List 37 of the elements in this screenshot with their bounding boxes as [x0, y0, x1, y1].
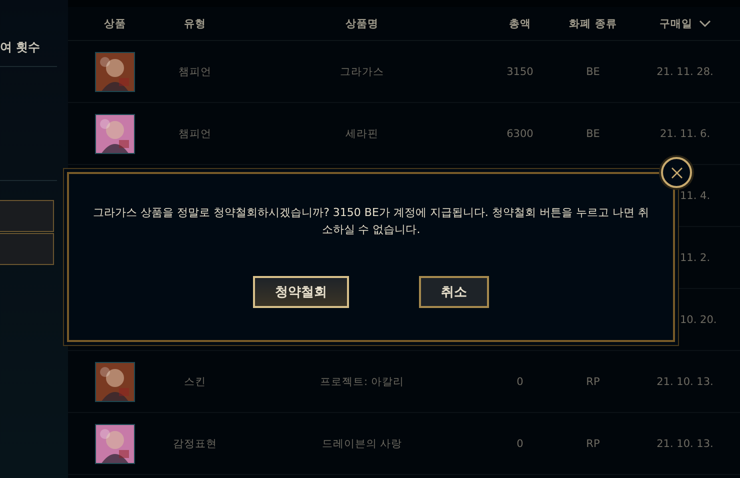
table-cell-text: 프로젝트: 아칼리	[319, 374, 405, 388]
table-cell-text: 드레이븐의 사랑	[320, 436, 404, 450]
column-header[interactable]: 상품	[80, 16, 150, 30]
table-cell-text: 0	[516, 438, 524, 450]
table-cell-text: 21. 11. 28.	[656, 66, 714, 78]
column-header[interactable]: 유형	[150, 16, 240, 30]
sidebar-button[interactable]	[0, 233, 54, 265]
table-cell-text: 스킨	[183, 374, 207, 388]
sidebar-button[interactable]	[0, 200, 54, 232]
table-cell-text: RP	[585, 376, 601, 388]
table-cell-text: 3150	[506, 66, 534, 78]
table-cell-text: 0	[516, 376, 524, 388]
column-header[interactable]: 상품명	[240, 16, 484, 30]
column-header[interactable]: 구매일	[630, 16, 740, 30]
table-cell-text: 21. 11. 6.	[658, 128, 712, 140]
table-cell-text: 11. 4.	[679, 190, 712, 202]
table-cell-text: 그라가스	[339, 64, 385, 78]
cancel-button[interactable]: 취소	[419, 276, 489, 308]
dialog-message: 그라가스 상품을 정말로 청약철회하시겠습니까? 3150 BE가 계정에 지급됩니다. 청약철회 버튼을 누르고 나면 취소하실 수 없습니다.	[93, 205, 649, 238]
column-header[interactable]: 총액	[484, 16, 556, 30]
table-cell-text: 21. 10. 13.	[656, 438, 714, 450]
table-cell-text: 챔피언	[178, 64, 212, 78]
table-cell-text: BE	[585, 128, 601, 140]
table-cell-text: BE	[585, 66, 601, 78]
column-header[interactable]: 화폐 종류	[556, 16, 630, 30]
table-cell-text: 감정표현	[172, 436, 218, 450]
close-icon	[670, 166, 682, 178]
table-cell-text: 10. 20.	[679, 314, 718, 326]
table-cell-text: 6300	[506, 128, 534, 140]
close-button[interactable]	[661, 157, 692, 188]
table-cell-text: 21. 10. 13.	[656, 376, 714, 388]
table-cell-text: 챔피언	[178, 126, 212, 140]
confirm-button[interactable]: 청약철회	[253, 276, 349, 308]
sidebar-heading: 여 횟수	[0, 39, 40, 56]
table-cell-text: RP	[585, 438, 601, 450]
table-cell-text: 세라핀	[344, 126, 380, 140]
table-cell-text: 11. 2.	[679, 252, 712, 264]
